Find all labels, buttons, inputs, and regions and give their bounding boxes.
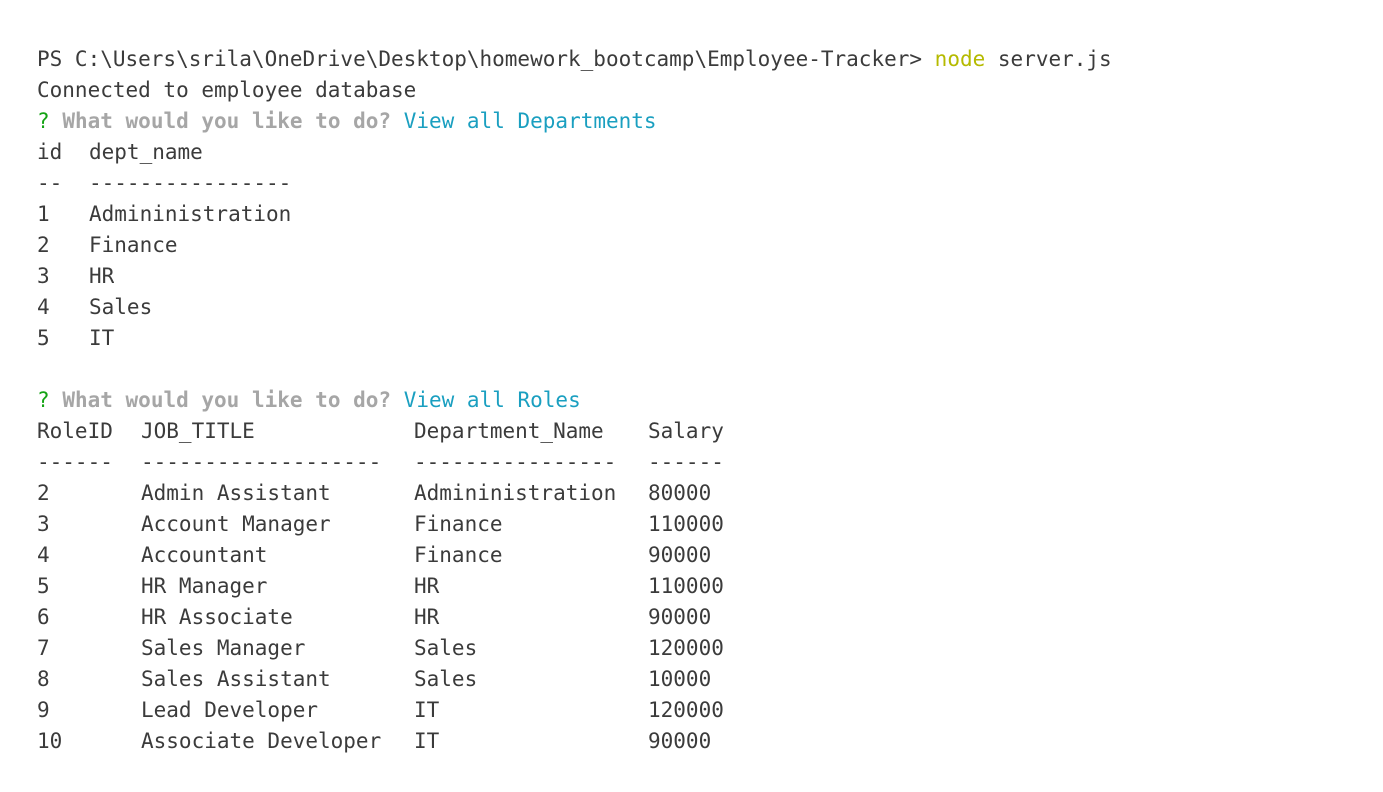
terminal-window[interactable]: PS C:\Users\srila\OneDrive\Desktop\homew… (0, 0, 1383, 792)
table-cell: 4 (37, 543, 50, 567)
departments-table: id dept_name -- ---------------- 1 Admin… (37, 137, 1383, 354)
table-cell: 120000 (648, 636, 724, 660)
table-cell: 8 (37, 667, 50, 691)
table-cell: Admin Assistant (141, 481, 331, 505)
table-cell: 90000 (648, 605, 712, 629)
separator-cell: ---------------- (89, 171, 292, 195)
table-row: 5 IT (37, 323, 1383, 354)
table-row: 1 Admininistration (37, 199, 1383, 230)
column-header: RoleID (37, 419, 113, 443)
table-cell: 2 (37, 233, 50, 257)
table-row: 3 HR (37, 261, 1383, 292)
table-cell: Associate Developer (141, 729, 382, 753)
table-cell: 80000 (648, 481, 712, 505)
table-row: 10 Associate Developer IT 90000 (37, 726, 1383, 757)
table-cell: HR (89, 264, 115, 288)
connected-message: Connected to employee database (37, 78, 417, 102)
table-cell: 1 (37, 202, 50, 226)
table-cell: 5 (37, 326, 50, 350)
table-row: 4 Sales (37, 292, 1383, 323)
table-row: 9 Lead Developer IT 120000 (37, 695, 1383, 726)
table-cell: HR (414, 574, 440, 598)
question-answer: View all Roles (403, 388, 581, 412)
table-cell: 10 (37, 729, 63, 753)
table-cell: IT (414, 698, 440, 722)
table-cell: Account Manager (141, 512, 331, 536)
question-answer: View all Departments (403, 109, 657, 133)
table-cell: 2 (37, 481, 50, 505)
question-mark-icon: ? (37, 109, 50, 133)
table-cell: Sales Assistant (141, 667, 331, 691)
table-header: RoleID JOB_TITLE Department_Name Salary (37, 416, 1383, 447)
question-text: What would you like to do? (62, 109, 392, 133)
question-line-departments: ? What would you like to do? View all De… (37, 106, 1383, 137)
table-row: 7 Sales Manager Sales 120000 (37, 633, 1383, 664)
table-cell: 3 (37, 512, 50, 536)
table-cell: IT (414, 729, 440, 753)
table-cell: HR (414, 605, 440, 629)
table-row: 3 Account Manager Finance 110000 (37, 509, 1383, 540)
table-cell: Lead Developer (141, 698, 319, 722)
table-cell: IT (89, 326, 115, 350)
table-cell: HR Associate (141, 605, 293, 629)
table-cell: 10000 (648, 667, 712, 691)
table-separator: -- ---------------- (37, 168, 1383, 199)
table-row: 2 Finance (37, 230, 1383, 261)
question-line-roles: ? What would you like to do? View all Ro… (37, 385, 1383, 416)
table-cell: Accountant (141, 543, 268, 567)
table-cell: Sales (414, 636, 478, 660)
table-row: 5 HR Manager HR 110000 (37, 571, 1383, 602)
table-row: 4 Accountant Finance 90000 (37, 540, 1383, 571)
question-text: What would you like to do? (62, 388, 392, 412)
table-cell: 3 (37, 264, 50, 288)
table-cell: 110000 (648, 574, 724, 598)
table-cell: Sales (89, 295, 153, 319)
table-cell: 110000 (648, 512, 724, 536)
table-cell: 4 (37, 295, 50, 319)
table-cell: Admininistration (414, 481, 617, 505)
separator-cell: -- (37, 171, 63, 195)
table-cell: Finance (89, 233, 178, 257)
table-header: id dept_name (37, 137, 1383, 168)
table-cell: HR Manager (141, 574, 268, 598)
column-header: JOB_TITLE (141, 419, 255, 443)
table-cell: 90000 (648, 543, 712, 567)
command-args: server.js (997, 47, 1112, 71)
table-cell: Sales Manager (141, 636, 306, 660)
table-cell: 90000 (648, 729, 712, 753)
table-row: 6 HR Associate HR 90000 (37, 602, 1383, 633)
table-cell: Sales (414, 667, 478, 691)
column-header: Department_Name (414, 419, 604, 443)
command-line: PS C:\Users\srila\OneDrive\Desktop\homew… (37, 44, 1383, 75)
prompt-path: PS C:\Users\srila\OneDrive\Desktop\homew… (37, 47, 923, 71)
table-row: 2 Admin Assistant Admininistration 80000 (37, 478, 1383, 509)
table-cell: 5 (37, 574, 50, 598)
separator-cell: ------------------- (141, 450, 382, 474)
roles-table: RoleID JOB_TITLE Department_Name Salary … (37, 416, 1383, 757)
table-separator: ------ ------------------- -------------… (37, 447, 1383, 478)
separator-cell: ---------------- (414, 450, 617, 474)
question-mark-icon: ? (37, 388, 50, 412)
column-header: id (37, 140, 63, 164)
column-header: Salary (648, 419, 724, 443)
separator-cell: ------ (37, 450, 113, 474)
table-cell: 9 (37, 698, 50, 722)
column-header: dept_name (89, 140, 203, 164)
separator-cell: ------ (648, 450, 724, 474)
table-cell: Admininistration (89, 202, 292, 226)
table-cell: 120000 (648, 698, 724, 722)
command-name: node (934, 47, 986, 71)
table-cell: 7 (37, 636, 50, 660)
table-cell: Finance (414, 512, 503, 536)
table-cell: 6 (37, 605, 50, 629)
table-cell: Finance (414, 543, 503, 567)
table-row: 8 Sales Assistant Sales 10000 (37, 664, 1383, 695)
